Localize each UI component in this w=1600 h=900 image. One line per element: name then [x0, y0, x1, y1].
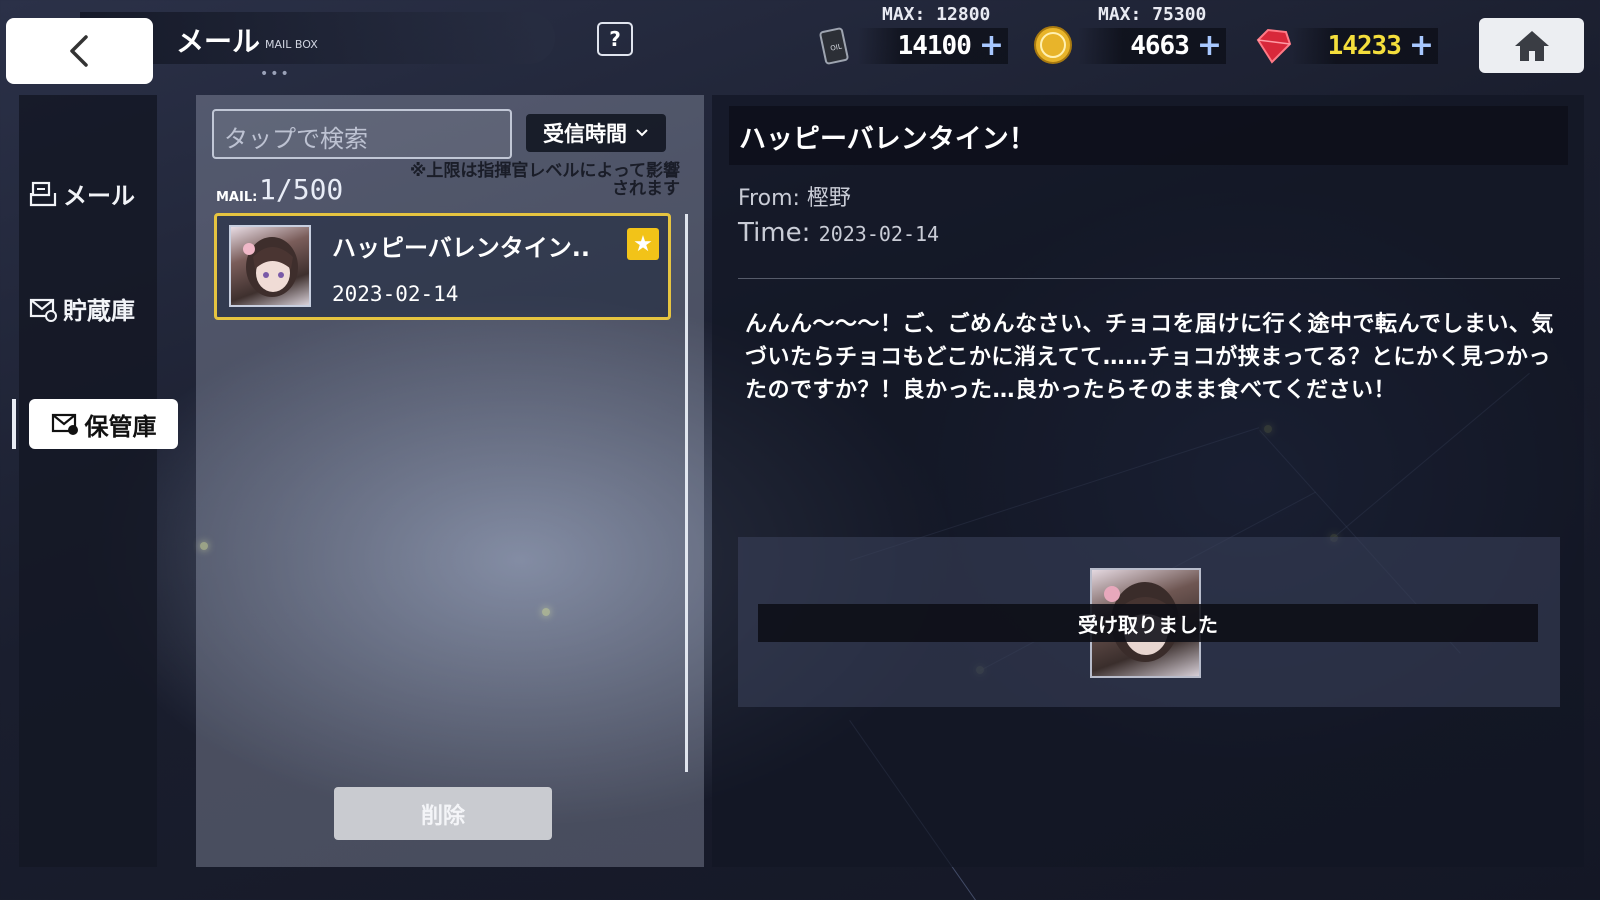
- gold-coin-icon: [1034, 26, 1072, 64]
- chevron-left-icon: [69, 35, 88, 67]
- mail-storage-icon: [29, 298, 57, 322]
- active-indicator: [12, 399, 16, 449]
- oil-barrel-icon: OIL: [819, 27, 849, 65]
- oil-max-label: MAX: 12800: [882, 4, 991, 25]
- mail-item-date: 2023-02-14: [332, 282, 459, 306]
- sidebar-item-mail[interactable]: メール: [29, 176, 135, 211]
- character-portrait-icon: [243, 237, 298, 297]
- gem-add-button[interactable]: +: [1409, 31, 1434, 61]
- time-value: 2023-02-14: [818, 222, 940, 246]
- title-dots: •••: [260, 66, 291, 82]
- oil-value: 14100: [897, 31, 972, 61]
- list-item[interactable]: ハッピーバレンタイン.. 2023-02-14 ★: [214, 213, 671, 320]
- coin-counter: 4663 +: [1078, 28, 1226, 64]
- sort-label: 受信時間: [543, 122, 627, 146]
- from-value: 樫野: [806, 186, 851, 211]
- chevron-down-icon: [636, 129, 648, 137]
- mail-from: From: 樫野: [738, 180, 851, 212]
- gem-value: 14233: [1327, 31, 1402, 61]
- limit-note: ※上限は指揮官レベルによって影響されます: [409, 161, 680, 199]
- gem-counter: 14233 +: [1292, 28, 1438, 64]
- mail-item-title: ハッピーバレンタイン..: [332, 234, 590, 262]
- sidebar-item-label: 貯蔵庫: [63, 297, 135, 325]
- help-button[interactable]: ?: [597, 22, 633, 56]
- sidebar-item-label: メール: [63, 182, 135, 210]
- page-subtitle: MAIL BOX: [265, 38, 318, 51]
- coin-max-label: MAX: 75300: [1098, 4, 1207, 25]
- mail-inbox-icon: [29, 181, 57, 206]
- sender-avatar: [229, 225, 311, 307]
- help-icon: ?: [609, 27, 621, 51]
- mail-time: Time: 2023-02-14: [738, 218, 939, 248]
- page-title: メール: [176, 25, 261, 58]
- mail-body: んんん～～～！ご、ごめんなさい、チョコを届けに行く途中で転んでしまい、気づいたら…: [745, 312, 1554, 403]
- mail-archive-icon: [51, 413, 78, 435]
- time-label: Time:: [738, 218, 811, 248]
- sidebar-item-label: 保管庫: [84, 412, 157, 441]
- sort-dropdown[interactable]: 受信時間: [526, 114, 666, 152]
- sidebar-item-storage[interactable]: 貯蔵庫: [29, 291, 135, 326]
- mail-count: 1/500: [259, 173, 344, 206]
- mail-list-panel: [196, 95, 704, 867]
- home-icon: [1514, 30, 1549, 61]
- star-icon: ★: [627, 228, 659, 260]
- coin-add-button[interactable]: +: [1197, 31, 1222, 61]
- oil-counter: 14100 +: [858, 28, 1008, 64]
- back-button[interactable]: [6, 18, 153, 84]
- received-status: 受け取りました: [758, 604, 1538, 642]
- search-input[interactable]: タップで検索: [212, 109, 512, 159]
- oil-add-button[interactable]: +: [979, 31, 1004, 61]
- sidebar-item-archive[interactable]: 保管庫: [29, 399, 178, 449]
- red-gem-icon: [1256, 28, 1292, 64]
- from-label: From:: [738, 186, 800, 211]
- delete-button[interactable]: 削除: [334, 787, 552, 840]
- home-button[interactable]: [1479, 18, 1584, 73]
- mail-count-label: MAIL:: [216, 190, 258, 205]
- divider: [738, 278, 1560, 279]
- mail-title: ハッピーバレンタイン！: [739, 124, 1036, 155]
- coin-value: 4663: [1130, 31, 1190, 61]
- scrollbar[interactable]: [685, 214, 688, 772]
